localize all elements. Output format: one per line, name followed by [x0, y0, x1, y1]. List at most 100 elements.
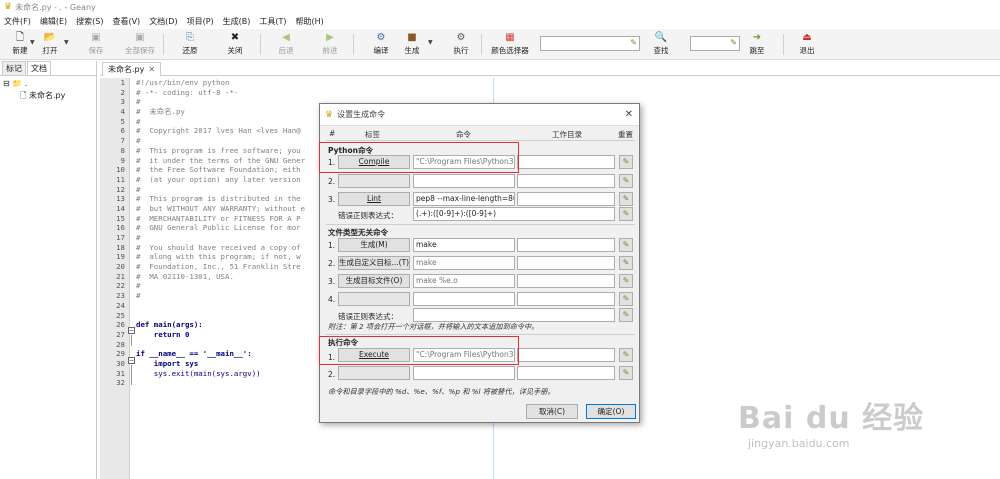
- forward-button[interactable]: ▶ 前进: [310, 31, 350, 58]
- reset-brush-icon[interactable]: ✎: [619, 192, 633, 206]
- dialog-separator: [326, 140, 635, 141]
- execute-workdir-input[interactable]: [517, 348, 615, 362]
- make-custom-label-button[interactable]: 生成自定义目标...(T): [338, 256, 410, 270]
- make-object-command-input[interactable]: make %e.o: [413, 274, 515, 288]
- independent-regex-label: 错误正则表达式：: [338, 312, 398, 321]
- make-label-button[interactable]: 生成(M): [338, 238, 410, 252]
- indep-row-4-command-input[interactable]: [413, 292, 515, 306]
- file-icon: 🗋: [20, 91, 27, 100]
- indep-row-4-label-button[interactable]: [338, 292, 410, 306]
- build-brick-icon: ■: [407, 32, 417, 43]
- ok-button[interactable]: 确定(O): [586, 404, 636, 419]
- python-lint-workdir-input[interactable]: [517, 192, 615, 206]
- reset-brush-icon[interactable]: ✎: [619, 174, 633, 188]
- collapse-icon[interactable]: ⊟: [3, 79, 10, 88]
- save-all-button[interactable]: ▣ 全部保存: [120, 31, 160, 58]
- make-object-label-button[interactable]: 生成目标文件(O): [338, 274, 410, 288]
- menu-file[interactable]: 文件(F): [4, 16, 31, 27]
- quit-button[interactable]: ⏏ 退出: [787, 31, 827, 58]
- menu-search[interactable]: 搜索(S): [76, 16, 103, 27]
- fold-toggle-icon[interactable]: −: [128, 357, 135, 364]
- toolbar-separator: [783, 34, 784, 55]
- menu-edit[interactable]: 编辑(E): [40, 16, 67, 27]
- open-dropdown-arrow-icon[interactable]: ▼: [64, 39, 69, 46]
- build-commands-dialog: ♛ 设置生成命令 ✕ # 标签 命令 工作目录 重置 Python命令 1. C…: [319, 103, 640, 423]
- line-number: 2: [120, 87, 125, 97]
- line-number: 19: [116, 252, 125, 262]
- header-reset: 重置: [618, 130, 633, 139]
- line-number: 32: [116, 378, 125, 388]
- make-custom-command-input[interactable]: make: [413, 256, 515, 270]
- make-custom-workdir-input[interactable]: [517, 256, 615, 270]
- reset-brush-icon[interactable]: ✎: [619, 274, 633, 288]
- reset-brush-icon[interactable]: ✎: [619, 348, 633, 362]
- dialog-close-icon[interactable]: ✕: [625, 109, 633, 120]
- python-compile-workdir-input[interactable]: [517, 155, 615, 169]
- python-lint-label-button[interactable]: Lint: [338, 192, 410, 206]
- editor-tab[interactable]: 未命名.py ✕: [102, 62, 162, 76]
- fold-toggle-icon[interactable]: −: [128, 327, 135, 334]
- reset-brush-icon[interactable]: ✎: [619, 292, 633, 306]
- goto-line-input[interactable]: ✎: [690, 36, 740, 51]
- reset-brush-icon[interactable]: ✎: [619, 308, 633, 322]
- independent-regex-input[interactable]: [413, 308, 615, 322]
- menu-project[interactable]: 项目(P): [187, 16, 214, 27]
- python-lint-label-text: Lint: [367, 194, 381, 203]
- goto-button[interactable]: ➜ 跳至: [737, 31, 777, 58]
- tree-root-label: .: [24, 79, 28, 88]
- python-regex-input[interactable]: (.+):([0-9]+):([0-9]+): [413, 207, 615, 221]
- clear-goto-icon[interactable]: ✎: [730, 38, 737, 47]
- menu-build[interactable]: 生成(B): [223, 16, 251, 27]
- search-input[interactable]: ✎: [540, 36, 640, 51]
- fold-margin: − −: [128, 78, 135, 398]
- reset-brush-icon[interactable]: ✎: [619, 238, 633, 252]
- goto-arrow-icon: ➜: [752, 32, 762, 43]
- python-row-2-workdir-input[interactable]: [517, 174, 615, 188]
- dialog-titlebar: ♛ 设置生成命令 ✕: [320, 104, 639, 126]
- make-workdir-input[interactable]: [517, 238, 615, 252]
- tree-root-row[interactable]: ⊟ 📁 .: [0, 78, 96, 90]
- menu-tools[interactable]: 工具(T): [259, 16, 286, 27]
- build-dropdown-arrow-icon[interactable]: ▼: [428, 39, 433, 46]
- sidebar-tabs: 标记 文档: [0, 61, 96, 76]
- revert-button[interactable]: ⎘ 还原: [170, 31, 210, 58]
- menu-document[interactable]: 文档(D): [149, 16, 177, 27]
- watermark-logo: Bai du 经验: [738, 401, 925, 436]
- dialog-separator: [326, 224, 635, 225]
- tab-symbols[interactable]: 标记: [2, 61, 26, 75]
- reset-brush-icon[interactable]: ✎: [619, 207, 633, 221]
- python-row-2-label-button[interactable]: [338, 174, 410, 188]
- make-object-workdir-input[interactable]: [517, 274, 615, 288]
- line-number: 30: [116, 358, 125, 368]
- find-button[interactable]: 🔍 查找: [641, 31, 681, 58]
- execute-button[interactable]: ⚙ 执行: [441, 31, 481, 58]
- make-command-input[interactable]: make: [413, 238, 515, 252]
- line-number: 3: [120, 97, 125, 107]
- reset-brush-icon[interactable]: ✎: [619, 155, 633, 169]
- line-number: 6: [120, 126, 125, 136]
- color-chooser-button[interactable]: ▦ 颜色选择器: [487, 31, 533, 58]
- reset-brush-icon[interactable]: ✎: [619, 366, 633, 380]
- tab-close-icon[interactable]: ✕: [148, 65, 155, 74]
- reset-brush-icon[interactable]: ✎: [619, 256, 633, 270]
- toolbar-separator: [481, 34, 482, 55]
- indep-row-4-workdir-input[interactable]: [517, 292, 615, 306]
- fold-line: [131, 365, 132, 385]
- back-button[interactable]: ◀ 后退: [266, 31, 306, 58]
- python-lint-command-input[interactable]: pep8 --max-line-length=80: [413, 192, 515, 206]
- save-button[interactable]: ▣ 保存: [76, 31, 116, 58]
- exec-row-2-label-button[interactable]: [338, 366, 410, 380]
- exec-row-2-workdir-input[interactable]: [517, 366, 615, 380]
- cancel-button[interactable]: 取消(C): [526, 404, 578, 419]
- menu-help[interactable]: 帮助(H): [296, 16, 324, 27]
- close-button[interactable]: ✖ 关闭: [215, 31, 255, 58]
- exec-row-2-command-input[interactable]: [413, 366, 515, 380]
- build-button[interactable]: ■ 生成: [392, 31, 432, 58]
- menu-view[interactable]: 查看(V): [112, 16, 140, 27]
- tree-file-row[interactable]: 🗋 未命名.py: [0, 90, 96, 102]
- clear-search-icon[interactable]: ✎: [630, 38, 637, 47]
- line-number: 8: [120, 145, 125, 155]
- tab-documents[interactable]: 文档: [27, 61, 51, 75]
- highlight-python-compile: [319, 142, 519, 173]
- python-row-2-command-input[interactable]: [413, 174, 515, 188]
